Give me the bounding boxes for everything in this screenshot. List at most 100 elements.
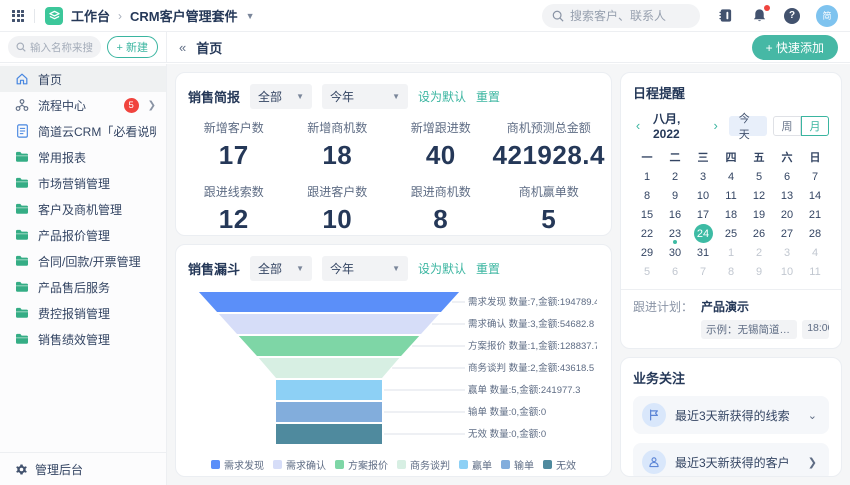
quick-add-button[interactable]: + 快速添加 (752, 35, 838, 60)
sidebar-item[interactable]: 产品售后服务 (0, 274, 166, 300)
sidebar-item[interactable]: 费控报销管理 (0, 300, 166, 326)
calendar-day[interactable]: 6 (661, 262, 689, 281)
brief-reset-link[interactable]: 重置 (476, 88, 500, 105)
calendar-day[interactable]: 7 (801, 167, 829, 186)
funnel-segment[interactable] (276, 380, 382, 400)
month-toggle[interactable]: 月 (801, 116, 829, 136)
sidebar-item[interactable]: 合同/回款/开票管理 (0, 248, 166, 274)
funnel-segment[interactable] (276, 424, 382, 444)
calendar-day[interactable]: 5 (633, 262, 661, 281)
calendar-day[interactable]: 26 (745, 224, 773, 243)
calendar-day[interactable]: 7 (689, 262, 717, 281)
calendar-day[interactable]: 31 (689, 243, 717, 262)
brief-set-default-link[interactable]: 设为默认 (418, 88, 466, 105)
brief-period-select[interactable]: 今年▼ (322, 84, 408, 109)
calendar-day[interactable]: 1 (633, 167, 661, 186)
calendar-day[interactable]: 1 (717, 243, 745, 262)
sidebar-item[interactable]: 常用报表 (0, 144, 166, 170)
calendar-day[interactable]: 4 (717, 167, 745, 186)
calendar-day[interactable]: 10 (689, 186, 717, 205)
legend-item[interactable]: 无效 (543, 457, 576, 472)
sidebar-item[interactable]: 销售绩效管理 (0, 326, 166, 352)
calendar-day[interactable]: 10 (773, 262, 801, 281)
calendar-day[interactable]: 13 (773, 186, 801, 205)
plan-title[interactable]: 产品演示 (701, 298, 829, 315)
workspace-label[interactable]: 工作台 (71, 6, 110, 25)
collapse-sidebar-icon[interactable]: « (179, 40, 186, 55)
funnel-set-default-link[interactable]: 设为默认 (418, 260, 466, 277)
brief-scope-select[interactable]: 全部▼ (250, 84, 312, 109)
sidebar-item[interactable]: 简道云CRM「必看说明」 (0, 118, 166, 144)
calendar-day[interactable]: 3 (689, 167, 717, 186)
chevron-right-icon[interactable]: ❯ (808, 456, 817, 469)
calendar-day[interactable]: 28 (801, 224, 829, 243)
calendar-day[interactable]: 8 (633, 186, 661, 205)
sidebar-item[interactable]: 产品报价管理 (0, 222, 166, 248)
calendar-day[interactable]: 21 (801, 205, 829, 224)
calendar-day[interactable]: 19 (745, 205, 773, 224)
legend-item[interactable]: 需求确认 (273, 457, 326, 472)
global-search-input[interactable]: 搜索客户、联系人 (542, 4, 700, 28)
sidebar-item-admin[interactable]: 管理后台 (0, 452, 166, 485)
new-button[interactable]: + 新建 (107, 36, 158, 58)
calendar-day[interactable]: 17 (689, 205, 717, 224)
calendar-day[interactable]: 22 (633, 224, 661, 243)
calendar-day[interactable]: 23 (661, 224, 689, 243)
calendar-day[interactable]: 16 (661, 205, 689, 224)
notifications-bell-icon[interactable] (750, 7, 768, 25)
funnel-segment[interactable] (219, 314, 439, 334)
funnel-segment[interactable] (259, 358, 399, 378)
funnel-segment[interactable] (199, 292, 459, 312)
calendar-day[interactable]: 3 (773, 243, 801, 262)
calendar-day[interactable]: 4 (801, 243, 829, 262)
legend-item[interactable]: 输单 (501, 457, 534, 472)
app-grid-icon[interactable] (12, 10, 24, 22)
funnel-period-select[interactable]: 今年▼ (322, 256, 408, 281)
calendar-day[interactable]: 30 (661, 243, 689, 262)
calendar-day[interactable]: 14 (801, 186, 829, 205)
user-avatar[interactable]: 简 (816, 5, 838, 27)
workbench-logo-icon[interactable] (45, 7, 63, 25)
sidebar-search-input[interactable]: 输入名称来搜索 (8, 36, 101, 58)
help-icon[interactable]: ? (784, 8, 800, 24)
app-title[interactable]: CRM客户管理套件 (130, 6, 238, 25)
funnel-segment[interactable] (239, 336, 419, 356)
calendar-day[interactable]: 11 (801, 262, 829, 281)
app-title-caret-icon[interactable]: ▼ (246, 11, 255, 21)
sidebar-item[interactable]: 客户及商机管理 (0, 196, 166, 222)
calendar-day[interactable]: 12 (745, 186, 773, 205)
sidebar-item[interactable]: 流程中心5❯ (0, 92, 166, 118)
calendar-day[interactable]: 27 (773, 224, 801, 243)
sidebar-item[interactable]: 首页 (0, 66, 166, 92)
legend-item[interactable]: 需求发现 (211, 457, 264, 472)
calendar-day[interactable]: 29 (633, 243, 661, 262)
sidebar-item[interactable]: 市场营销管理 (0, 170, 166, 196)
calendar-day[interactable]: 5 (745, 167, 773, 186)
calendar-day[interactable]: 20 (773, 205, 801, 224)
calendar-day[interactable]: 2 (745, 243, 773, 262)
today-button[interactable]: 今天 (729, 116, 767, 136)
legend-item[interactable]: 方案报价 (335, 457, 388, 472)
calendar-day[interactable]: 6 (773, 167, 801, 186)
calendar-prev-icon[interactable]: ‹ (633, 118, 643, 133)
calendar-next-icon[interactable]: › (711, 118, 721, 133)
calendar-day[interactable]: 9 (745, 262, 773, 281)
chevron-down-icon[interactable]: ⌄ (808, 409, 817, 422)
funnel-scope-select[interactable]: 全部▼ (250, 256, 312, 281)
calendar-day[interactable]: 9 (661, 186, 689, 205)
chevron-right-icon[interactable]: ❯ (148, 100, 156, 111)
funnel-segment[interactable] (276, 402, 382, 422)
week-toggle[interactable]: 周 (773, 116, 801, 136)
focus-row[interactable]: 最近3天新获得的线索⌄ (633, 396, 829, 434)
funnel-reset-link[interactable]: 重置 (476, 260, 500, 277)
calendar-day[interactable]: 2 (661, 167, 689, 186)
focus-row[interactable]: 最近3天新获得的客户❯ (633, 443, 829, 477)
calendar-day[interactable]: 18 (717, 205, 745, 224)
calendar-day[interactable]: 15 (633, 205, 661, 224)
legend-item[interactable]: 赢单 (459, 457, 492, 472)
calendar-day[interactable]: 11 (717, 186, 745, 205)
calendar-day[interactable]: 8 (717, 262, 745, 281)
calendar-day[interactable]: 25 (717, 224, 745, 243)
legend-item[interactable]: 商务谈判 (397, 457, 450, 472)
contacts-book-icon[interactable] (716, 7, 734, 25)
